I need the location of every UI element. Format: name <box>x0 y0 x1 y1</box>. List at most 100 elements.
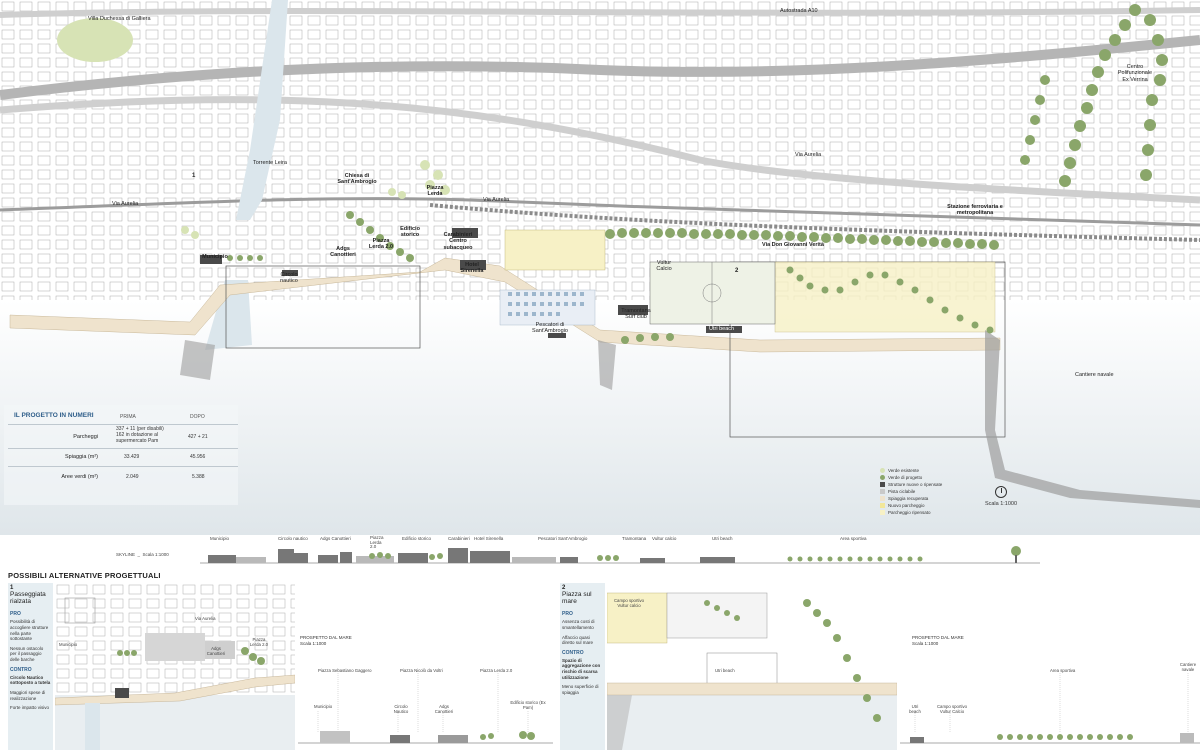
skyline-label: Carabinieri <box>448 536 470 541</box>
label-via-don-giovanni: Via Don Giovanni Verità <box>762 242 824 248</box>
skyline-strip: Municipio Circolo nautico Adgs Canottier… <box>0 535 1200 567</box>
masterplan-map: Villa Duchessa di Galliera Autostrada A1… <box>0 0 1200 535</box>
alt2-map: Campo sportivo Vultur calcio Utri beach <box>606 583 898 750</box>
skyline-label: Tramontana <box>622 536 647 541</box>
alt2-name: Piazza sul mare <box>562 591 592 606</box>
legend-item: Strutture nuove o ripensate <box>880 481 942 488</box>
legend-swatch <box>880 489 885 494</box>
label-cantiere: Cantiere navale <box>1075 372 1114 378</box>
legend-label: Verde esistente <box>888 468 920 473</box>
alt1-contro-1: Circolo Nautico sottoposto a tutela <box>10 674 51 686</box>
label-municipio: Municipio <box>202 254 228 260</box>
legend-swatch <box>880 475 885 480</box>
legend-item: Parcheggio ripensato <box>880 509 931 516</box>
legend-swatch <box>880 468 885 473</box>
alt1-pro-2: Nessun ostacolo per il passaggio delle b… <box>10 645 44 663</box>
stats-divider <box>8 424 238 425</box>
label-circolo: Circolo nautico <box>280 272 298 285</box>
legend-label: Spiaggia recuperata <box>888 496 929 501</box>
north-arrow-icon <box>995 486 1007 498</box>
stats-after-value: 5.388 <box>192 474 205 480</box>
label-autostrada: Autostrada A10 <box>780 8 818 14</box>
alternatives-title: POSSIBILI ALTERNATIVE PROGETTUALI <box>8 571 161 580</box>
skyline-label: Area sportiva <box>840 536 867 541</box>
label-utri: Utri beach <box>709 326 735 332</box>
legend-item: Verde di progetto <box>880 474 922 481</box>
stats-col-before: PRIMA <box>120 414 136 420</box>
alt2-contro-title: CONTRO <box>562 649 584 656</box>
stats-col-after: DOPO <box>190 414 205 420</box>
label-hotel: Hotel Sirenella <box>460 262 484 275</box>
alt1-contro-title: CONTRO <box>10 666 32 673</box>
alt2-map-label: Campo sportivo Vultur calcio <box>613 598 645 608</box>
label-adgs: Adgs Canottieri <box>330 246 356 259</box>
alt2-map-label: Utri beach <box>715 668 735 673</box>
legend-item: Nuovo parcheggio <box>880 502 925 509</box>
stats-divider <box>8 466 238 467</box>
alt1-sidebar: 1 Passeggiata rialzata PRO Possibilità d… <box>8 583 53 750</box>
alt1-contro-2: Maggiori spese di realizzazione <box>10 689 46 701</box>
label-via-aurelia-2: Via Aurelia <box>483 197 510 203</box>
alt2-pro-title: PRO <box>562 611 573 618</box>
alt1-prospetto-title: PROSPETTO DAL MARE <box>300 635 352 640</box>
legend-swatch <box>880 510 885 515</box>
alt1-map-label: Adgs Canottieri <box>206 646 226 656</box>
skyline-label: Edificio storico <box>402 536 432 541</box>
stats-after-value: 427 + 21 <box>188 434 208 440</box>
legend-label: Nuovo parcheggio <box>888 503 925 508</box>
legend-item: Spiaggia recuperata <box>880 495 928 502</box>
legend-item: Pista ciclabile <box>880 488 915 495</box>
legend-label: Pista ciclabile <box>888 489 916 494</box>
marker-1: 1 <box>192 173 196 179</box>
label-tramontana: Tramontana Surf club <box>621 308 651 321</box>
alt2-map-drawing <box>606 583 898 750</box>
alt2-prospetto-title: PROSPETTO DAL MARE <box>912 635 964 640</box>
scale-indicator: Scala 1:1000 <box>981 486 1021 507</box>
masterplan-drawing <box>0 0 1200 535</box>
alt1-map: Via Aurelia Municipio Adgs Canottieri Pi… <box>54 583 296 750</box>
alt1-pro-1: Possibilità di accogliere strutture nell… <box>10 619 49 642</box>
legend-swatch <box>880 496 885 501</box>
alt2-contro-2: Meno superficie di spiaggia <box>562 684 599 695</box>
alt2-pro-1: Assenza costi di smantellamento <box>562 619 595 630</box>
alt2-pro-2: Affaccio quasi diretto sul mare <box>562 634 594 646</box>
alt2-sidebar: 2 Piazza sul mare PRO Assenza costi di s… <box>560 583 605 750</box>
alt2-prospetto-scale: Scala 1:1000 <box>912 641 939 646</box>
label-villa-duchessa: Villa Duchessa di Galliera <box>88 16 151 22</box>
legend-label: Verde di progetto <box>888 475 923 480</box>
stats-row-label: Aree verdi (m²) <box>61 474 98 480</box>
skyline-label: Municipio <box>210 536 230 541</box>
skyline-label: Utri beach <box>712 536 733 541</box>
alt1-map-label: Piazza Lerda 2.0 <box>249 637 269 647</box>
label-vultur: Vultur Calcio <box>656 260 672 273</box>
label-via-aurelia-3: Via Aurelia <box>795 152 822 158</box>
stats-before-value: 33.429 <box>124 454 140 460</box>
label-piazza-lerda-top: Piazza Lerda <box>426 185 444 198</box>
alt2-elevation-drawing <box>900 673 1200 744</box>
alternative-1-panel: 1 Passeggiata rialzata PRO Possibilità d… <box>8 583 553 750</box>
skyline-label: Circolo nautico <box>278 536 308 541</box>
skyline-label: Piazza Lerda 2.0 <box>370 535 384 549</box>
stats-row-label: Spiaggia (m²) <box>64 454 98 460</box>
alt1-elevation-drawing <box>298 673 553 744</box>
alt1-contro-3: Forte impatto visivo <box>10 705 50 711</box>
skyline-title-text: SKYLINE <box>116 552 136 557</box>
label-torrente-leira: Torrente Leira <box>253 160 287 166</box>
stats-divider <box>8 448 238 449</box>
label-carabinieri: Carabinieri Centro subacqueo <box>443 232 473 251</box>
legend-label: Strutture nuove o ripensate <box>888 482 943 487</box>
alt1-map-label: Via Aurelia <box>195 616 216 621</box>
alt2-contro-1: Spazio di aggregazione con rischio di sc… <box>562 657 601 680</box>
label-via-aurelia-1: Via Aurelia <box>112 201 139 207</box>
skyline-label: Hotel Sirenella <box>474 536 504 541</box>
skyline-label: Vultur calcio <box>652 536 677 541</box>
stats-row-label: Parcheggi <box>73 434 98 440</box>
marker-2: 2 <box>735 268 739 274</box>
label-piazza-lerda-20: Piazza Lerda 2.0 <box>368 238 394 251</box>
stats-before-value: supermercato Pam <box>116 438 159 444</box>
stats-title: IL PROGETTO IN NUMERI <box>14 412 94 419</box>
skyline-label: Pescatori Sant'Ambrogio <box>538 536 588 541</box>
skyline-drawing <box>200 546 1040 564</box>
legend-swatch <box>880 503 885 508</box>
alt1-pro-title: PRO <box>10 611 21 618</box>
